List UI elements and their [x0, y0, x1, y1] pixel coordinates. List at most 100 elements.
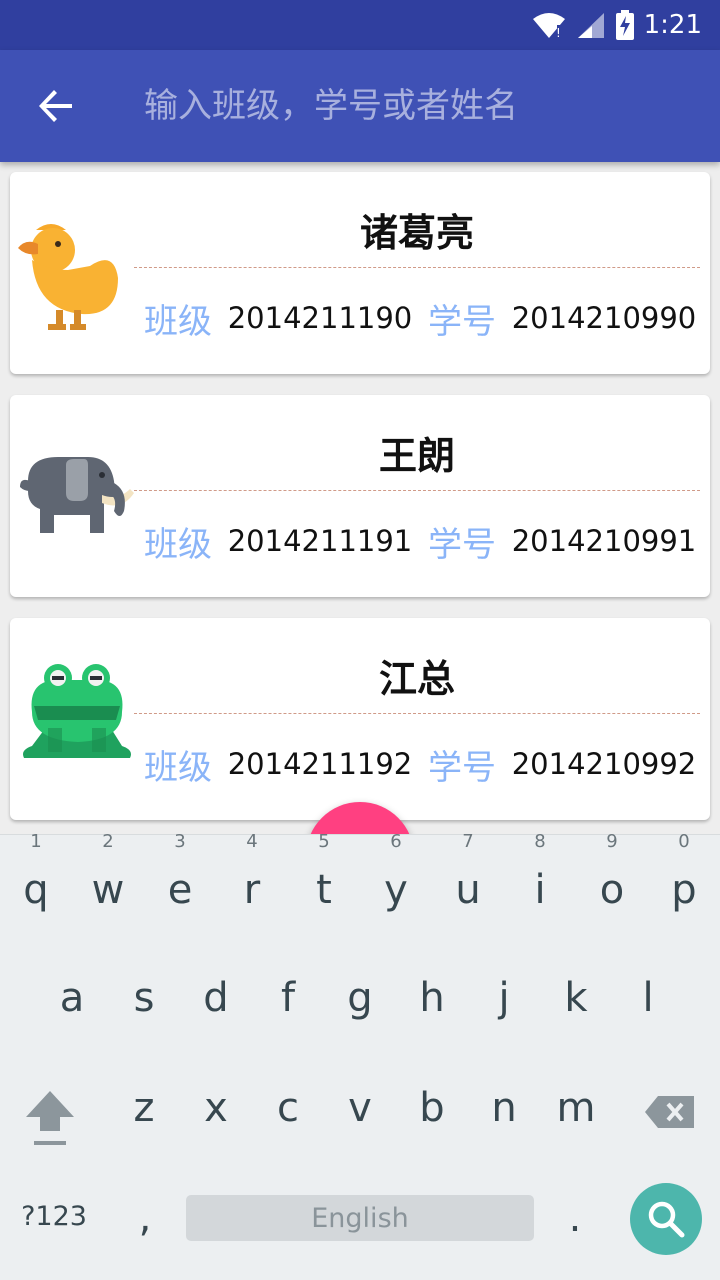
- student-id-value: 2014210990: [511, 301, 697, 335]
- student-id-value: 2014210992: [511, 747, 697, 781]
- key-s[interactable]: s: [108, 975, 180, 1021]
- student-card[interactable]: 诸葛亮 班级 2014211190 学号 2014210990: [10, 172, 710, 374]
- key-label: i: [534, 867, 546, 913]
- student-name: 诸葛亮: [359, 211, 474, 255]
- key-z[interactable]: z: [108, 1085, 180, 1131]
- key-k[interactable]: k: [540, 975, 612, 1021]
- frog-icon: [23, 664, 131, 758]
- key-hint: 2: [102, 831, 114, 852]
- key-u[interactable]: 7u: [432, 831, 504, 913]
- key-d[interactable]: d: [180, 975, 252, 1021]
- key-label: o: [599, 867, 625, 913]
- space-bar[interactable]: English: [186, 1195, 534, 1241]
- key-label: k: [564, 975, 588, 1021]
- class-value: 2014211192: [227, 747, 413, 781]
- symbols-key[interactable]: ?123: [14, 1201, 94, 1232]
- key-n[interactable]: n: [468, 1085, 540, 1131]
- duck-icon: [18, 224, 118, 330]
- key-l[interactable]: l: [612, 975, 684, 1021]
- key-label: z: [133, 1085, 155, 1131]
- status-bar: ! 1:21: [0, 0, 720, 50]
- student-card[interactable]: 江总 班级 2014211192 学号 2014210992: [10, 618, 710, 820]
- key-f[interactable]: f: [252, 975, 324, 1021]
- student-id-value: 2014210991: [511, 524, 697, 558]
- battery-charging-icon: [615, 10, 634, 40]
- backspace-icon: [645, 1096, 694, 1128]
- elephant-icon: [20, 457, 134, 533]
- key-label: f: [280, 975, 296, 1021]
- key-i[interactable]: 8i: [504, 831, 576, 913]
- key-label: r: [243, 867, 261, 913]
- key-y[interactable]: 6y: [360, 831, 432, 913]
- key-label: e: [167, 867, 193, 913]
- key-label: u: [455, 867, 481, 913]
- space-bar-label: English: [311, 1202, 409, 1234]
- key-o[interactable]: 9o: [576, 831, 648, 913]
- key-w[interactable]: 2w: [72, 831, 144, 913]
- key-hint: 4: [246, 831, 258, 852]
- key-label: l: [642, 975, 654, 1021]
- key-a[interactable]: a: [36, 975, 108, 1021]
- comma-key[interactable]: ,: [120, 1195, 170, 1241]
- search-action-key[interactable]: [630, 1183, 702, 1255]
- key-x[interactable]: x: [180, 1085, 252, 1131]
- key-label: v: [348, 1085, 372, 1131]
- student-list: 诸葛亮 班级 2014211190 学号 2014210990 王朗 班级 20…: [0, 162, 720, 834]
- key-m[interactable]: m: [540, 1085, 612, 1131]
- key-hint: 5: [318, 831, 330, 852]
- key-v[interactable]: v: [324, 1085, 396, 1131]
- key-hint: 9: [606, 831, 618, 852]
- key-label: a: [59, 975, 85, 1021]
- student-card[interactable]: 王朗 班级 2014211191 学号 2014210991: [10, 395, 710, 597]
- wifi-icon: !: [532, 13, 565, 39]
- key-q[interactable]: 1q: [0, 831, 72, 913]
- key-label: h: [419, 975, 445, 1021]
- backspace-key[interactable]: [640, 1087, 700, 1137]
- student-id-label: 学号: [428, 524, 496, 565]
- key-hint: 3: [174, 831, 186, 852]
- app-bar: [0, 50, 720, 162]
- key-e[interactable]: 3e: [144, 831, 216, 913]
- divider: [134, 490, 700, 491]
- key-b[interactable]: b: [396, 1085, 468, 1131]
- key-label: d: [203, 975, 229, 1021]
- key-t[interactable]: 5t: [288, 831, 360, 913]
- key-hint: 8: [534, 831, 546, 852]
- search-input[interactable]: [144, 76, 684, 136]
- shift-arrow-icon: [26, 1091, 74, 1145]
- shift-key[interactable]: [18, 1083, 82, 1153]
- key-label: w: [91, 867, 125, 913]
- key-label: s: [133, 975, 155, 1021]
- student-name: 江总: [378, 657, 455, 701]
- key-hint: 7: [462, 831, 474, 852]
- key-label: p: [671, 867, 697, 913]
- key-label: t: [316, 867, 332, 913]
- key-label: c: [277, 1085, 299, 1131]
- key-label: g: [347, 975, 373, 1021]
- key-h[interactable]: h: [396, 975, 468, 1021]
- info-row: 班级 2014211190 学号 2014210990: [134, 294, 702, 342]
- key-label: b: [419, 1085, 445, 1131]
- back-button[interactable]: [24, 78, 88, 134]
- key-hint: 6: [390, 831, 402, 852]
- class-label: 班级: [144, 301, 212, 342]
- class-value: 2014211190: [227, 301, 413, 335]
- class-label: 班级: [144, 747, 212, 788]
- divider: [134, 267, 700, 268]
- student-name: 王朗: [378, 434, 455, 478]
- period-key[interactable]: .: [550, 1195, 600, 1241]
- student-id-label: 学号: [428, 747, 496, 788]
- info-row: 班级 2014211192 学号 2014210992: [134, 740, 702, 788]
- key-label: x: [204, 1085, 228, 1131]
- svg-text:!: !: [556, 26, 561, 39]
- key-r[interactable]: 4r: [216, 831, 288, 913]
- key-hint: 1: [30, 831, 42, 852]
- key-g[interactable]: g: [324, 975, 396, 1021]
- key-p[interactable]: 0p: [648, 831, 720, 913]
- key-label: q: [23, 867, 49, 913]
- key-j[interactable]: j: [468, 975, 540, 1021]
- status-icons: ! 1:21: [532, 8, 702, 42]
- key-c[interactable]: c: [252, 1085, 324, 1131]
- class-label: 班级: [144, 524, 212, 565]
- key-label: y: [384, 867, 408, 913]
